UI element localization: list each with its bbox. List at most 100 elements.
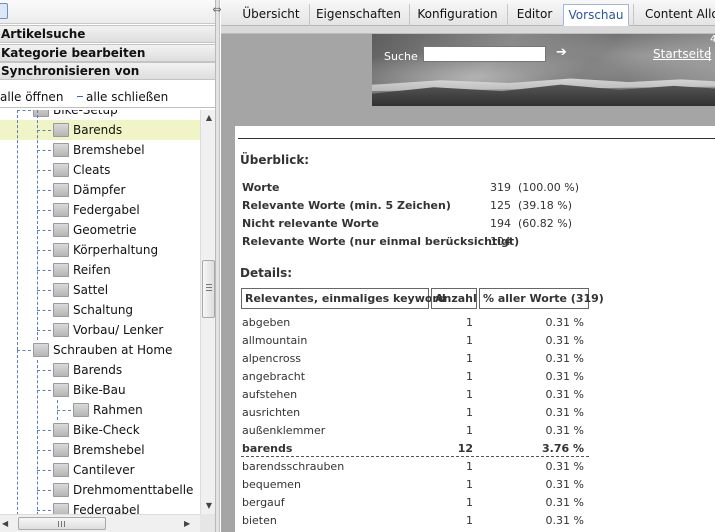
tree-item-label: Federgabel: [73, 203, 140, 217]
keyword-cell: abgeben: [242, 316, 291, 329]
close-all-link[interactable]: alle schließen: [77, 90, 169, 104]
open-all-link[interactable]: alle öffnen: [0, 90, 63, 104]
tree-item[interactable]: Federgabel: [0, 500, 200, 514]
overview-label: Relevante Worte (min. 5 Zeichen): [242, 199, 451, 212]
tree-item[interactable]: Drehmomenttabelle: [0, 480, 200, 500]
right-panel: Übersicht Eigenschaften Konfiguration Ed…: [221, 0, 715, 532]
tree-item[interactable]: Reifen: [0, 260, 200, 280]
scroll-left-icon[interactable]: ◀: [2, 517, 14, 531]
tab-content-allocation[interactable]: Content Allo: [633, 4, 715, 26]
table-row: außenklemmer 1 0.31 %: [241, 421, 589, 439]
tree-item[interactable]: Rahmen: [0, 400, 200, 420]
tree-item[interactable]: Bike-Setup: [0, 110, 200, 120]
folder-icon: [53, 363, 69, 377]
grip-line: [206, 284, 212, 285]
percent-cell: 0.31 %: [545, 460, 584, 473]
scroll-up-icon[interactable]: ▲: [201, 110, 215, 126]
accordion-kategorie-bearbeiten[interactable]: Kategorie bearbeiten: [0, 44, 215, 62]
percent-cell: 3.76 %: [542, 442, 584, 455]
tree-item-label: Reifen: [73, 263, 111, 277]
link-separator: [709, 47, 710, 61]
tree-connector: [57, 410, 71, 411]
accordion-artikelsuche[interactable]: Artikelsuche: [0, 25, 215, 43]
table-row: angebracht 1 0.31 %: [241, 367, 589, 385]
percent-cell: 0.31 %: [545, 496, 584, 509]
tab-editor[interactable]: Editor: [507, 4, 561, 26]
tree-item[interactable]: Bremshebel: [0, 140, 200, 160]
tree-connector: [37, 250, 51, 251]
table-row: bieten 1 0.31 %: [241, 511, 589, 529]
tree-item[interactable]: Schrauben at Home: [0, 340, 200, 360]
folder-icon: [53, 483, 69, 497]
search-go-icon[interactable]: ➔: [556, 45, 567, 60]
hscroll-thumb[interactable]: [18, 517, 106, 530]
tree-vertical-scrollbar[interactable]: ▲ ▼: [200, 110, 215, 514]
tab-eigenschaften[interactable]: Eigenschaften: [309, 4, 407, 26]
tree-connector: [37, 130, 51, 131]
keyword-cell: ausrichten: [242, 406, 301, 419]
accordion-synchronisieren-von[interactable]: Synchronisieren von: [0, 62, 215, 80]
search-input[interactable]: [423, 46, 546, 62]
count-cell: 1: [466, 460, 473, 473]
tree-item[interactable]: Barends: [0, 120, 200, 140]
tab-vorschau[interactable]: Vorschau: [563, 4, 629, 26]
panel-edge-icon: [0, 3, 8, 19]
tree-item-label: Vorbau/ Lenker: [73, 323, 164, 337]
table-header-percent: % aller Worte (319): [479, 288, 604, 309]
tree-item[interactable]: Geometrie: [0, 220, 200, 240]
tree-item[interactable]: Federgabel: [0, 200, 200, 220]
percent-cell: 0.31 %: [545, 406, 584, 419]
overview-label: Relevante Worte (nur einmal berücksichti…: [242, 235, 520, 248]
tree-connector: [37, 390, 51, 391]
startseite-link[interactable]: Startseite: [653, 47, 711, 61]
panel-splitter[interactable]: [216, 0, 220, 532]
tree-item[interactable]: Bike-Check: [0, 420, 200, 440]
tree-item[interactable]: Dämpfer: [0, 180, 200, 200]
close-all-label: alle schließen: [86, 90, 169, 104]
keyword-cell: allmountain: [242, 334, 308, 347]
report-divider: [238, 138, 715, 139]
tree-connector: [37, 290, 51, 291]
grip-line: [64, 521, 65, 527]
tree-item[interactable]: Cantilever: [0, 460, 200, 480]
tree-connector: [37, 210, 51, 211]
category-tree: Bike-Setup Barends Bremshebel Cleats Dämpfer…: [0, 110, 200, 514]
keyword-cell: bergauf: [242, 496, 285, 509]
scroll-down-icon[interactable]: ▼: [201, 498, 215, 514]
keyword-cell: aufstehen: [242, 388, 298, 401]
tree-item[interactable]: Körperhaltung: [0, 240, 200, 260]
keyword-cell: barends: [242, 442, 293, 455]
tab-uebersicht[interactable]: Übersicht: [235, 4, 307, 26]
count-cell: 12: [457, 442, 473, 455]
tree-horizontal-scrollbar[interactable]: ◀ ▶: [0, 514, 200, 532]
tree-guide-line: [57, 400, 58, 420]
table-row: bequemen 1 0.31 %: [241, 475, 589, 493]
count-cell: 1: [466, 514, 473, 527]
overview-label: Worte: [242, 181, 280, 194]
tab-konfiguration[interactable]: Konfiguration: [409, 4, 505, 26]
tree-item[interactable]: Vorbau/ Lenker: [0, 320, 200, 340]
tree-item[interactable]: Cleats: [0, 160, 200, 180]
tree-guide-line: [37, 360, 38, 514]
tree-item-label: Federgabel: [73, 503, 140, 514]
tree-item-label: Drehmomenttabelle: [73, 483, 194, 497]
overview-count: 194: [490, 217, 511, 230]
folder-icon: [53, 503, 69, 514]
tree-connector: [37, 330, 51, 331]
tree-item-label: Cantilever: [73, 463, 135, 477]
tree-item[interactable]: Bike-Bau: [0, 380, 200, 400]
tree-item[interactable]: Bremshebel: [0, 440, 200, 460]
tree-item-label: Bike-Bau: [73, 383, 126, 397]
tree-item[interactable]: Barends: [0, 360, 200, 380]
site-header-banner: [372, 34, 715, 106]
table-row: barends 12 3.76 %: [241, 439, 589, 457]
scroll-right-icon[interactable]: ▶: [184, 517, 196, 531]
tab-bar: Übersicht Eigenschaften Konfiguration Ed…: [221, 0, 715, 26]
tree-item-label: Barends: [73, 363, 123, 377]
tree-item-label: Körperhaltung: [73, 243, 159, 257]
tree-item[interactable]: Sattel: [0, 280, 200, 300]
tree-item[interactable]: Schaltung: [0, 300, 200, 320]
scroll-thumb[interactable]: [202, 260, 215, 318]
table-header-keyword: Relevantes, einmaliges keyword: [241, 288, 446, 309]
scrollbar-corner: [200, 514, 215, 532]
